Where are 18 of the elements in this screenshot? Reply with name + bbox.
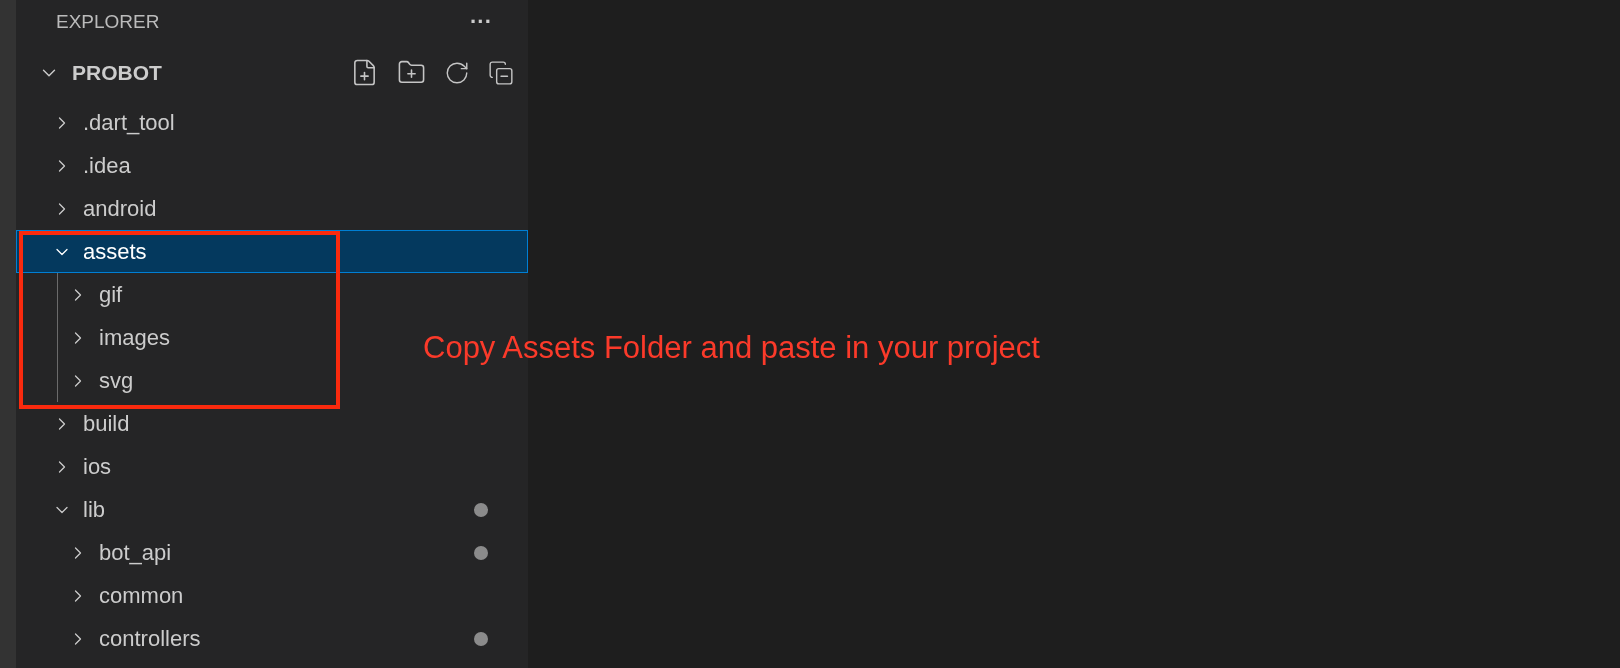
tree-item[interactable]: common xyxy=(16,574,224,617)
tree-item[interactable]: .idea xyxy=(16,144,171,187)
tree-item[interactable]: .dart_tool xyxy=(16,101,215,144)
project-header[interactable]: PROBOT xyxy=(38,56,162,89)
tree-item[interactable]: lib xyxy=(16,488,528,531)
panel-title: EXPLORER xyxy=(56,9,160,34)
tree-item[interactable]: gif xyxy=(16,273,163,316)
more-actions-button[interactable]: ··· xyxy=(470,11,492,33)
tree-item[interactable]: bot_api xyxy=(16,531,528,574)
tree-item[interactable]: ios xyxy=(16,445,152,488)
tree-item[interactable]: android xyxy=(16,187,197,230)
tree-item[interactable]: build xyxy=(16,402,170,445)
tree-item[interactable]: svg xyxy=(16,359,174,402)
tree-item[interactable]: controllers xyxy=(16,617,528,660)
collapse-all-icon[interactable] xyxy=(488,59,514,86)
tree-item[interactable]: assets xyxy=(16,230,528,273)
annotation-text: Copy Assets Folder and paste in your project xyxy=(423,329,1041,367)
tree-item[interactable]: images xyxy=(16,316,210,359)
